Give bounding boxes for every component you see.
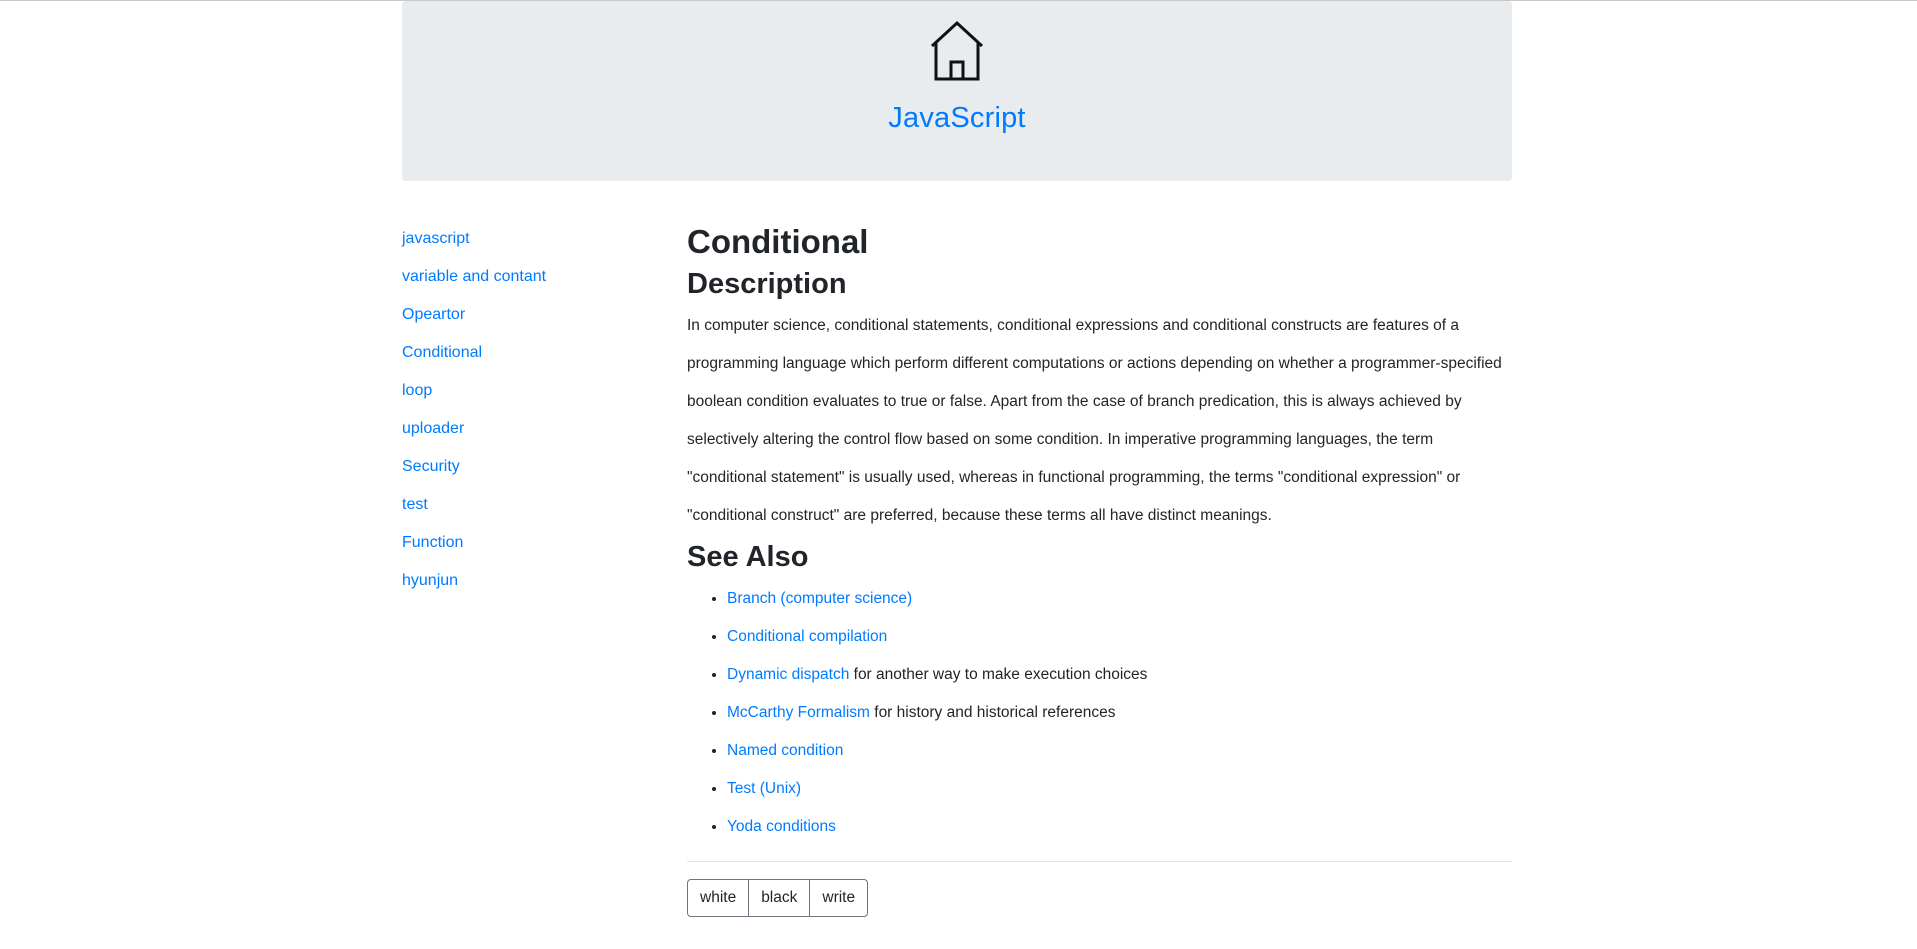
white-button[interactable]: white (687, 879, 750, 917)
see-also-link[interactable]: Branch (computer science) (727, 590, 912, 607)
main-content: Conditional Description In computer scie… (687, 220, 1512, 917)
see-also-link[interactable]: Test (Unix) (727, 780, 801, 797)
see-also-link[interactable]: McCarthy Formalism (727, 704, 870, 721)
see-also-link[interactable]: Dynamic dispatch (727, 666, 849, 683)
sidebar-item-test[interactable]: test (402, 496, 428, 513)
write-button[interactable]: write (809, 879, 869, 917)
sidebar-item-security[interactable]: Security (402, 458, 460, 475)
sidebar-item-function[interactable]: Function (402, 534, 463, 551)
sidebar-item-uploader[interactable]: uploader (402, 420, 464, 437)
sidebar-item: variable and contant (402, 258, 662, 296)
sidebar-item: javascript (402, 220, 662, 258)
sidebar-item-opeartor[interactable]: Opeartor (402, 306, 465, 323)
list-item: Branch (computer science) (727, 580, 1512, 618)
sidebar-item-hyunjun[interactable]: hyunjun (402, 572, 458, 589)
brand-title-link[interactable]: JavaScript (402, 102, 1512, 135)
description-text: In computer science, conditional stateme… (687, 317, 1502, 524)
sidebar-item: hyunjun (402, 562, 662, 600)
sidebar-item: Conditional (402, 334, 662, 372)
see-also-note: for another way to make execution choice… (849, 666, 1148, 683)
theme-button-group: white black write (687, 879, 869, 917)
description-heading: Description (687, 268, 847, 300)
sidebar-item-javascript[interactable]: javascript (402, 230, 470, 247)
divider (687, 861, 1512, 862)
page-container: JavaScript javascript variable and conta… (402, 1, 1512, 917)
see-also-note: for history and historical references (869, 704, 1116, 721)
see-also-heading: See Also (687, 541, 809, 573)
sidebar-item-conditional[interactable]: Conditional (402, 344, 482, 361)
sidebar-item: Function (402, 524, 662, 562)
list-item: Conditional compilation (727, 618, 1512, 656)
sidebar-item-loop[interactable]: loop (402, 382, 432, 399)
list-item: Named condition (727, 732, 1512, 770)
sidebar-item: uploader (402, 410, 662, 448)
sidebar-item: Opeartor (402, 296, 662, 334)
list-item: McCarthy Formalism for history and histo… (727, 694, 1512, 732)
list-item: Test (Unix) (727, 770, 1512, 808)
header-jumbotron: JavaScript (402, 1, 1512, 181)
see-also-link[interactable]: Conditional compilation (727, 628, 887, 645)
see-also-link[interactable]: Yoda conditions (727, 818, 836, 835)
list-item: Dynamic dispatch for another way to make… (727, 656, 1512, 694)
sidebar-item-variable-and-contant[interactable]: variable and contant (402, 268, 546, 285)
sidebar-item: test (402, 486, 662, 524)
black-button[interactable]: black (748, 879, 811, 917)
see-also-link[interactable]: Named condition (727, 742, 843, 759)
home-icon[interactable] (928, 20, 986, 82)
sidebar-item: loop (402, 372, 662, 410)
page-title: Conditional (687, 223, 869, 260)
list-item: Yoda conditions (727, 808, 1512, 846)
sidebar-item: Security (402, 448, 662, 486)
sidebar-nav: javascript variable and contant Opeartor… (402, 220, 662, 600)
see-also-list: Branch (computer science) Conditional co… (687, 580, 1512, 846)
